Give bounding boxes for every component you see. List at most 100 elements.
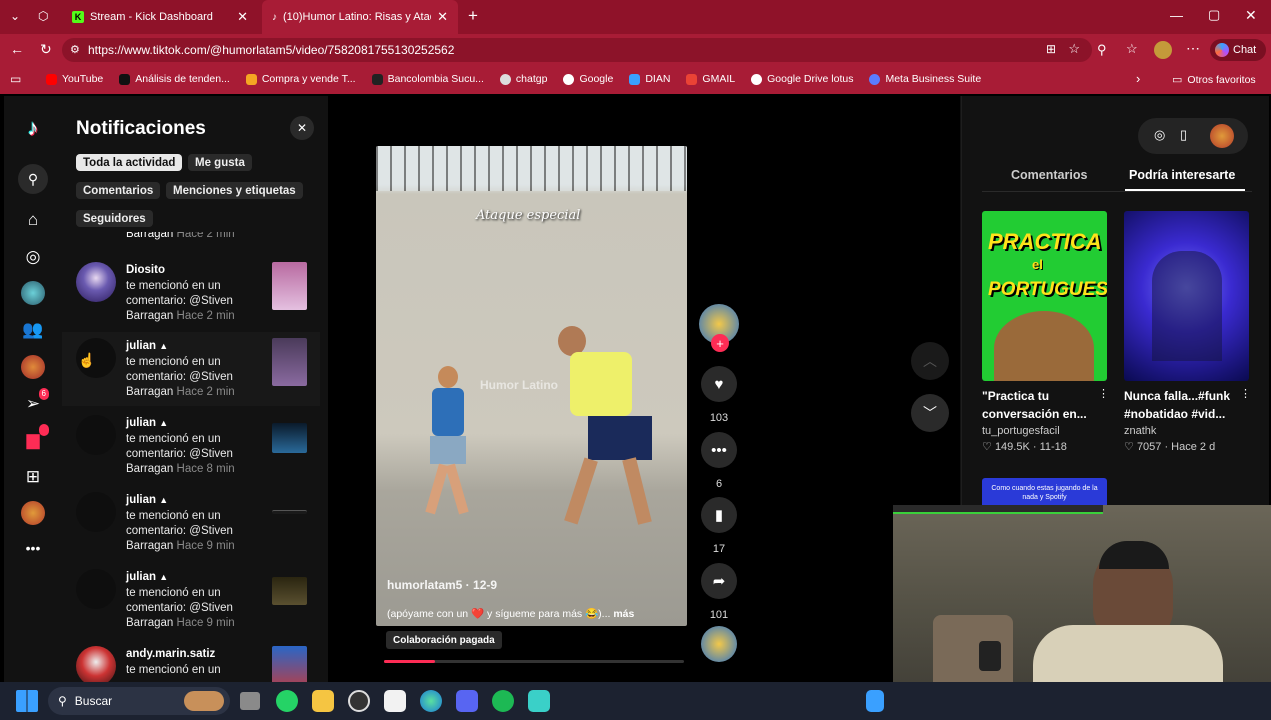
favorites-icon[interactable]: ☆ [1126,41,1138,57]
close-notifications-button[interactable]: ✕ [290,116,314,140]
video-thumbnail[interactable] [272,646,307,682]
avatar[interactable] [76,646,116,682]
filter-all-activity[interactable]: Toda la actividad [76,154,183,171]
tab-list-chevron-icon[interactable]: ⌄ [10,9,20,23]
extensions-icon[interactable]: ⚲ [1097,42,1107,58]
previous-video-button[interactable]: ︿ [911,342,949,380]
taskbar-search[interactable]: ⚲ Buscar [48,687,230,715]
comment-button[interactable]: ••• [701,432,737,468]
copilot-chat-button[interactable]: Chat [1210,39,1266,61]
filter-comments[interactable]: Comentarios [76,182,161,199]
video-author[interactable]: humorlatam5 · 12-9 [387,578,497,592]
device-icon[interactable]: ▯ [1180,127,1187,143]
avatar[interactable] [76,569,116,609]
more-icon[interactable]: ⋯ [1186,40,1200,57]
save-button[interactable]: ▮ [701,497,737,533]
friends-icon[interactable]: 👥 [21,318,45,342]
bookmark-google-drive[interactable]: Google Drive lotus [751,73,853,85]
whatsapp-icon[interactable] [276,690,298,712]
follow-plus-icon[interactable]: + [711,334,729,352]
tab-recommended[interactable]: Podría interesarte [1129,168,1235,182]
send-icon[interactable]: ➢ 6 [21,388,49,416]
minimize-icon[interactable]: — [1170,8,1183,23]
video-thumbnail[interactable] [272,577,307,605]
filter-followers[interactable]: Seguidores [76,210,153,227]
bookmark-dian[interactable]: DIAN [629,73,670,85]
bookmark-meta-business[interactable]: Meta Business Suite [869,73,981,85]
windows-start-icon[interactable] [16,690,38,712]
bookmark-youtube[interactable]: YouTube [46,73,103,85]
tray-icon[interactable] [866,690,884,712]
notification-item[interactable]: julian ▲ te mencionó en un comentario: @S… [62,332,320,406]
url-field[interactable]: ⚙ https://www.tiktok.com/@humorlatam5/vi… [62,38,1092,62]
discord-icon[interactable] [456,690,478,712]
search-icon[interactable]: ⚲ [18,164,48,194]
bookmark-bancolombia[interactable]: Bancolombia Sucu... [371,73,484,85]
more-icon[interactable]: ••• [21,536,45,560]
app-icon[interactable] [528,690,550,712]
like-button[interactable]: ♥ [701,366,737,402]
file-explorer-icon[interactable] [312,690,334,712]
profile-avatar-icon[interactable] [21,355,45,379]
reload-icon[interactable]: ↻ [40,41,52,58]
new-tab-icon[interactable]: + [468,6,478,26]
avatar[interactable] [76,262,116,302]
video-thumbnail[interactable] [272,262,307,310]
notification-item[interactable]: julian ▲ te mencionó en un comentario: @S… [62,563,320,637]
profile-avatar-icon[interactable] [1154,41,1172,59]
partial-notification[interactable]: Barragan Hace 2 min [126,232,235,240]
card-title[interactable]: Nunca falla...#funk #nobatidao #vid... [1124,387,1236,423]
profile-icon[interactable] [21,501,45,525]
video-player[interactable]: Ataque especial Humor Latino humorlatam5… [376,146,687,626]
filter-likes[interactable]: Me gusta [188,154,252,171]
close-window-icon[interactable]: ✕ [1245,7,1257,24]
live-avatar-icon[interactable] [21,281,45,305]
card-author[interactable]: tu_portugesfacil [982,425,1107,437]
video-thumbnail[interactable] [1124,211,1249,381]
maximize-icon[interactable]: ▢ [1208,7,1220,23]
site-info-icon[interactable]: ⚙ [70,43,80,56]
collections-icon[interactable]: ▭ [10,72,21,86]
video-progress-bar[interactable] [384,660,684,663]
favorite-star-icon[interactable]: ☆ [1068,41,1080,57]
video-thumbnail[interactable]: PRACTICA el PORTUGUES [982,211,1107,381]
tab-comments[interactable]: Comentarios [1011,168,1087,182]
recommended-card[interactable]: PRACTICA el PORTUGUES "Practica tu conve… [982,211,1109,453]
bookmark-google[interactable]: Google [563,73,613,85]
card-author[interactable]: znathk [1124,425,1249,437]
paid-collaboration-badge[interactable]: Colaboración pagada [386,631,502,649]
notification-item[interactable]: andy.marin.satiz te mencionó en un [62,640,320,682]
workspaces-icon[interactable]: ⬡ [38,9,48,23]
music-disc-avatar[interactable] [701,626,737,662]
video-thumbnail[interactable] [272,423,307,453]
next-video-button[interactable]: ﹀ [911,394,949,432]
bookmark-compra-vende[interactable]: Compra y vende T... [245,73,356,85]
messages-icon[interactable]: ▆ 4 [21,424,49,452]
notification-item[interactable]: julian ▲ te mencionó en un comentario: @S… [62,486,320,560]
notification-item[interactable]: julian ▲ te mencionó en un comentario: @S… [62,409,320,483]
notification-item[interactable]: Diosito te mencionó en un comentario: @St… [62,256,320,330]
capcut-icon[interactable] [384,690,406,712]
edge-icon[interactable] [420,690,442,712]
upload-icon[interactable]: ⊞ [21,465,45,489]
close-tab-icon[interactable]: ✕ [437,9,448,25]
task-view-icon[interactable] [240,692,260,710]
card-title[interactable]: "Practica tu conversación en... [982,387,1094,423]
tab-tiktok-video[interactable]: ♪ (10)Humor Latino: Risas y Ataque ✕ [262,0,458,34]
other-favorites[interactable]: ▭ Otros favoritos [1172,73,1256,87]
tab-kick-dashboard[interactable]: K Stream - Kick Dashboard ✕ [62,0,258,34]
video-thumbnail[interactable] [272,338,307,386]
recommended-card[interactable]: Nunca falla...#funk #nobatidao #vid... ⋮… [1124,211,1251,453]
bookmark-chatgp[interactable]: chatgp [499,73,547,85]
tiktok-logo-icon[interactable]: ♪ [21,115,45,140]
card-more-icon[interactable]: ⋮ [1098,387,1109,400]
recommended-card-partial[interactable]: Como cuando estas jugando de la nada y S… [982,478,1107,508]
spotify-icon[interactable] [492,690,514,712]
profile-avatar-icon[interactable] [1210,124,1234,148]
coins-icon[interactable]: ◎ [1154,127,1165,143]
chevron-right-icon[interactable]: › [1136,71,1140,86]
share-button[interactable]: ➦ [701,563,737,599]
avatar[interactable] [76,492,116,532]
obs-icon[interactable] [348,690,370,712]
app-icon[interactable]: ⊞ [1046,42,1056,56]
